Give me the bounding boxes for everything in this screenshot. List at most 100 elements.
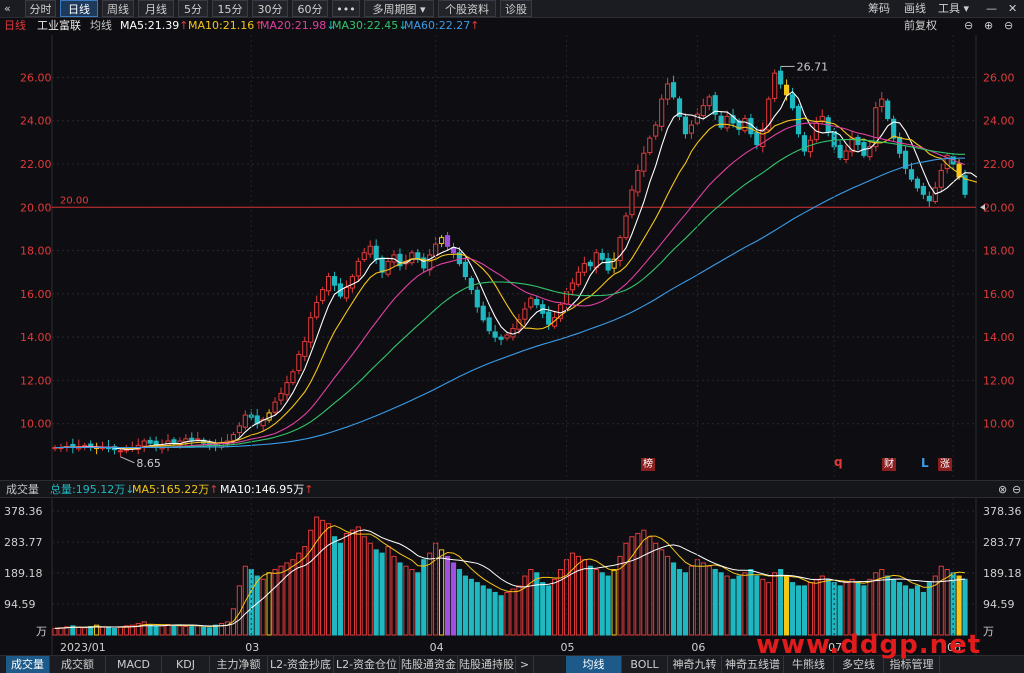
caret-down-icon: ▾: [963, 2, 970, 15]
tab-60min[interactable]: 60分: [292, 0, 328, 17]
candle-body: [498, 336, 504, 340]
tab-30min[interactable]: 30分: [252, 0, 288, 17]
multi-period-dropdown[interactable]: 多周期图 ▾: [364, 0, 434, 17]
tab-5min[interactable]: 5分: [178, 0, 208, 17]
volume-bar: [296, 552, 302, 636]
candle-body: [795, 105, 802, 135]
volume-bar: [593, 569, 599, 636]
marker-zhang[interactable]: 涨: [938, 458, 952, 471]
candle-body: [784, 84, 790, 96]
ma-label[interactable]: 均线: [90, 19, 112, 33]
volume-bar: [177, 625, 183, 636]
candle-body: [474, 289, 480, 308]
tools-button[interactable]: 工具 ▾: [938, 0, 969, 17]
tab-weekly[interactable]: 周线: [102, 0, 134, 17]
arrow-up-icon: ↑: [470, 19, 480, 32]
volume-bar: [468, 578, 474, 636]
tab-northbound-holdings[interactable]: 陆股通持股: [458, 656, 516, 673]
volume-unit-right: 万: [983, 625, 994, 638]
marker-bang[interactable]: 榜: [641, 458, 655, 471]
candle-body: [920, 186, 926, 195]
tab-boll[interactable]: BOLL: [622, 656, 668, 673]
volume-bar: [670, 562, 677, 636]
zoom-in-icon[interactable]: ⊕: [984, 19, 993, 33]
ma5-text: MA5:21.39: [120, 19, 180, 32]
volume-bar: [266, 572, 272, 636]
candle-body: [932, 187, 938, 202]
volume-bar: [540, 582, 546, 636]
close-icon[interactable]: ✕: [1008, 0, 1017, 17]
volume-bar: [272, 569, 278, 636]
candle-body: [468, 278, 474, 291]
volume-bar: [730, 578, 736, 636]
tab-northbound-funds[interactable]: 陆股通资金: [400, 656, 458, 673]
volume-bar: [956, 575, 962, 636]
candle-body: [569, 282, 576, 291]
tab-nine-turn[interactable]: 神奇九转: [668, 656, 722, 673]
volume-bar: [813, 578, 819, 636]
period-toolbar: « 分时 日线 周线 月线 5分 15分 30分 60分 ••• 多周期图 ▾ …: [0, 0, 1024, 18]
tab-ma[interactable]: 均线: [566, 656, 622, 673]
volume-bar: [326, 523, 332, 636]
tab-more[interactable]: >: [516, 656, 534, 673]
tab-volume[interactable]: 成交量: [6, 656, 50, 673]
candle-body: [284, 382, 290, 396]
candle-body: [296, 353, 302, 371]
stock-info-button[interactable]: 个股资料: [438, 0, 496, 17]
tab-daily[interactable]: 日线: [60, 0, 98, 17]
adjust-label[interactable]: 前复权: [904, 19, 937, 33]
volume-bar: [52, 627, 58, 636]
marker-L[interactable]: L: [921, 456, 929, 470]
volume-bar: [552, 578, 558, 636]
candle-body: [599, 252, 605, 260]
tab-15min[interactable]: 15分: [212, 0, 248, 17]
tab-intraday[interactable]: 分时: [25, 0, 56, 17]
candle-body: [427, 254, 433, 271]
chips-button[interactable]: 筹码: [868, 0, 890, 17]
volume-bar: [819, 575, 825, 636]
candle-body: [504, 334, 510, 339]
candle-body: [141, 440, 147, 447]
tab-l2-bottom[interactable]: L2-资金抄底: [268, 656, 334, 673]
draw-button[interactable]: 画线: [904, 0, 926, 17]
marker-cai[interactable]: 财: [882, 458, 896, 471]
tab-macd[interactable]: MACD: [106, 656, 162, 673]
volume-bar: [849, 578, 855, 636]
candle-body: [831, 131, 837, 148]
collapse-panel-icon[interactable]: ⊖: [1012, 483, 1021, 497]
zoom-out-icon[interactable]: ⊖: [1004, 19, 1013, 33]
volume-ma10-text: MA10:146.95万: [220, 483, 305, 496]
tab-l2-position[interactable]: L2-资金仓位: [334, 656, 400, 673]
ma20-text: MA20:21.98: [260, 19, 327, 32]
volume-label[interactable]: 成交量: [6, 483, 39, 497]
volume-bar: [58, 627, 64, 636]
marker-q[interactable]: q: [834, 455, 843, 469]
more-periods-button[interactable]: •••: [332, 0, 360, 17]
diagnose-button[interactable]: 诊股: [500, 0, 532, 17]
tab-kdj[interactable]: KDJ: [162, 656, 210, 673]
minimize-icon[interactable]: —: [986, 0, 997, 17]
close-panel-icon[interactable]: ⊗: [998, 483, 1007, 497]
candle-body: [855, 136, 861, 146]
candle-body: [385, 260, 391, 275]
price-tick-left: 26.00: [20, 71, 52, 84]
candle-body: [409, 252, 415, 264]
tab-monthly[interactable]: 月线: [138, 0, 174, 17]
price-tick-left: 22.00: [20, 158, 52, 171]
tab-main-net[interactable]: 主力净额: [210, 656, 268, 673]
volume-bar: [724, 575, 730, 636]
candle-body: [843, 150, 849, 160]
volume-bar: [688, 565, 694, 636]
candle-body: [314, 302, 320, 318]
candle-body: [242, 414, 248, 428]
back-icon[interactable]: «: [4, 0, 18, 17]
tab-turnover[interactable]: 成交额: [50, 656, 106, 673]
volume-tick-right: 189.18: [983, 567, 1022, 580]
volume-bar: [861, 585, 867, 636]
price-tick-right: 22.00: [983, 158, 1015, 171]
price-chart[interactable]: 26.00 26.00 24.00 24.00 22.00 22.00 20.00 20.00…: [0, 35, 1024, 480]
volume-bar: [498, 595, 504, 636]
settings-icon[interactable]: ⊖: [964, 19, 973, 33]
low-annotation: 8.65: [136, 457, 161, 470]
volume-bar: [908, 588, 915, 636]
